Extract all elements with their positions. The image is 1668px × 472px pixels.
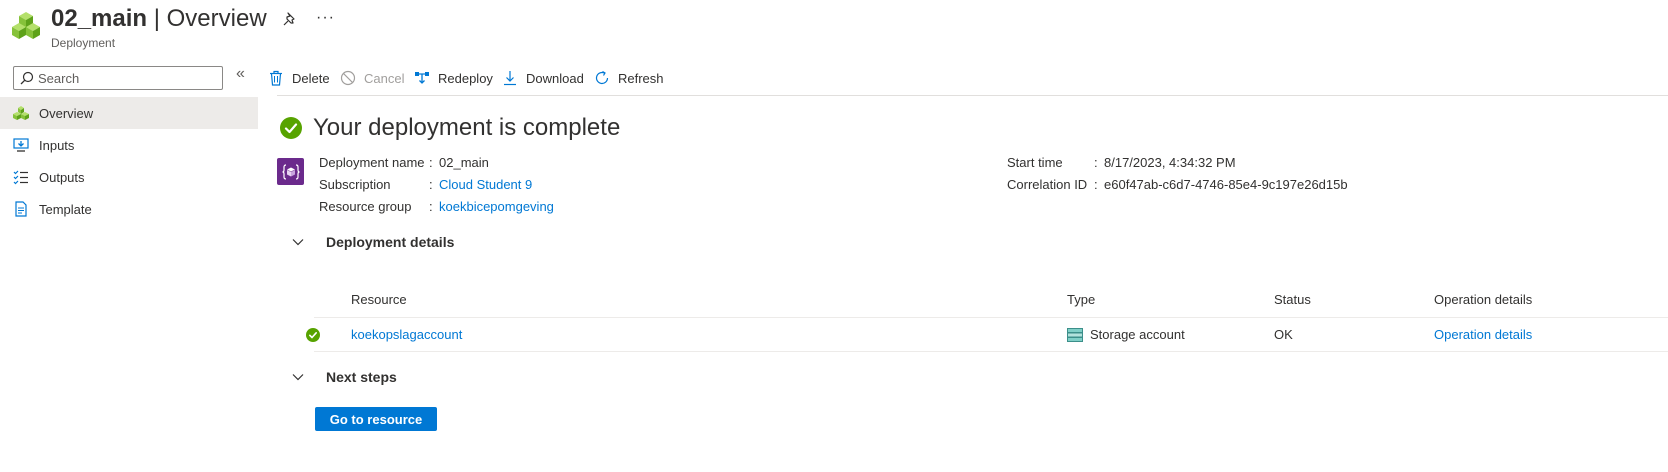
prop-colon: : (429, 154, 433, 170)
deployment-details-table: Resource Type Status Operation details k… (306, 282, 1668, 352)
section-title: Next steps (326, 369, 397, 385)
delete-label: Delete (292, 70, 330, 86)
sidebar-item-template[interactable]: Template (0, 193, 258, 225)
deployment-name-value: 02_main (439, 154, 489, 170)
redeploy-button[interactable]: Redeploy (414, 66, 493, 90)
resource-group-row: Resource group : koekbicepomgeving (319, 195, 554, 217)
prop-colon: : (1094, 176, 1098, 192)
next-steps-toggle[interactable]: Next steps (291, 369, 397, 385)
deployment-properties-left: Deployment name : 02_main Subscription :… (319, 151, 554, 217)
prop-colon: : (429, 198, 433, 214)
search-input[interactable]: Search (13, 66, 223, 90)
title-separator: | (147, 5, 167, 32)
sidebar: Search « Overview Inputs Outputs Templat… (0, 60, 258, 472)
deployment-template-icon (277, 158, 304, 185)
refresh-icon (594, 70, 610, 86)
search-placeholder: Search (38, 71, 80, 86)
delete-button[interactable]: Delete (268, 66, 330, 90)
outputs-icon (13, 169, 29, 185)
column-header-resource: Resource (351, 292, 407, 307)
more-options-button[interactable]: ··· (316, 9, 335, 27)
main-content: Your deployment is complete Deployment n… (277, 96, 1668, 472)
row-status-icon (306, 318, 320, 351)
chevron-down-icon (292, 239, 304, 246)
sidebar-item-label: Inputs (39, 137, 75, 153)
start-time-value: 8/17/2023, 4:34:32 PM (1104, 154, 1236, 170)
deployment-name-row: Deployment name : 02_main (319, 151, 554, 173)
refresh-label: Refresh (618, 70, 664, 86)
prop-colon: : (429, 176, 433, 192)
section-title: Deployment details (326, 234, 455, 250)
resource-link[interactable]: koekopslagaccount (351, 318, 462, 351)
page-title: 02_main | Overview (51, 4, 267, 34)
prop-label: Start time (1007, 154, 1063, 170)
page-header: 02_main | Overview Deployment ··· (0, 0, 1668, 56)
success-check-icon (280, 117, 302, 139)
go-to-resource-button[interactable]: Go to resource (315, 407, 437, 431)
sidebar-item-label: Template (39, 201, 92, 217)
redeploy-label: Redeploy (438, 70, 493, 86)
sidebar-item-label: Overview (39, 105, 94, 121)
download-label: Download (526, 70, 584, 86)
download-button[interactable]: Download (502, 66, 584, 90)
storage-account-icon (1067, 327, 1083, 342)
pin-icon[interactable] (281, 11, 299, 29)
prop-label: Correlation ID (1007, 176, 1088, 192)
cancel-label: Cancel (364, 70, 405, 86)
sidebar-item-label: Outputs (39, 169, 85, 185)
prop-label: Deployment name (319, 154, 425, 170)
resource-status-cell: OK (1274, 327, 1293, 342)
deployment-cubes-icon (13, 105, 29, 121)
operation-details-link[interactable]: Operation details (1434, 318, 1532, 351)
subscription-row: Subscription : Cloud Student 9 (319, 173, 554, 195)
command-bar: Delete Cancel Redeploy Download Refresh (270, 60, 1668, 96)
deployment-status-title: Your deployment is complete (313, 114, 621, 141)
table-header-row: Resource Type Status Operation details (314, 282, 1668, 318)
table-row: koekopslagaccount Storage account OK Ope… (306, 318, 1668, 352)
correlation-id-value: e60f47ab-c6d7-4746-85e4-9c197e26d15b (1104, 176, 1348, 192)
search-icon (20, 71, 34, 85)
subscription-link[interactable]: Cloud Student 9 (439, 177, 532, 192)
sidebar-item-overview[interactable]: Overview (0, 97, 258, 129)
sidebar-item-inputs[interactable]: Inputs (0, 129, 258, 161)
deployment-status-header: Your deployment is complete (280, 114, 620, 142)
prop-colon: : (1094, 154, 1098, 170)
page-title-section: Overview (166, 5, 267, 32)
resource-group-link[interactable]: koekbicepomgeving (439, 199, 554, 214)
success-check-icon (306, 327, 320, 342)
prop-label: Resource group (319, 198, 412, 214)
cancel-circle-icon (340, 70, 356, 86)
column-header-operation-details: Operation details (1434, 292, 1533, 307)
cancel-button[interactable]: Cancel (340, 66, 404, 90)
download-icon (502, 70, 518, 86)
page-subtitle: Deployment (51, 36, 116, 50)
inputs-icon (13, 137, 29, 153)
deployment-details-toggle[interactable]: Deployment details (291, 234, 454, 250)
redeploy-icon (414, 70, 430, 86)
chevron-down-icon (292, 374, 304, 381)
sidebar-item-outputs[interactable]: Outputs (0, 161, 258, 193)
correlation-id-row: Correlation ID : e60f47ab-c6d7-4746-85e4… (1007, 173, 1348, 195)
title-block: 02_main | Overview Deployment (51, 4, 267, 50)
prop-label: Subscription (319, 176, 391, 192)
sidebar-nav: Overview Inputs Outputs Template (0, 97, 258, 225)
deployment-cubes-icon (12, 12, 40, 39)
collapse-sidebar-button[interactable]: « (236, 65, 245, 83)
deployment-properties-right: Start time : 8/17/2023, 4:34:32 PM Corre… (1007, 151, 1348, 195)
start-time-row: Start time : 8/17/2023, 4:34:32 PM (1007, 151, 1348, 173)
column-header-type: Type (1067, 292, 1096, 307)
trash-icon (268, 70, 284, 86)
deployment-name-title: 02_main (51, 5, 148, 32)
refresh-button[interactable]: Refresh (594, 66, 664, 90)
resource-type-cell: Storage account (1067, 318, 1185, 351)
resource-type-label: Storage account (1090, 327, 1185, 342)
column-header-status: Status (1274, 292, 1311, 307)
template-icon (13, 201, 29, 217)
